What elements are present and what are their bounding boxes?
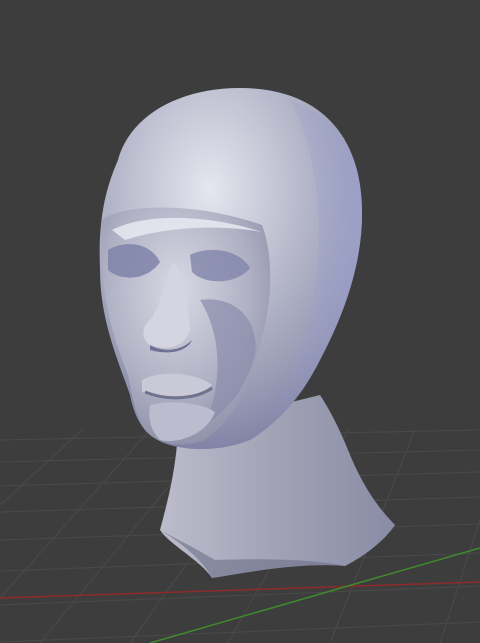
viewport-canvas[interactable] xyxy=(0,0,480,643)
sculpted-head-model[interactable] xyxy=(99,88,395,578)
3d-viewport[interactable] xyxy=(0,0,480,643)
